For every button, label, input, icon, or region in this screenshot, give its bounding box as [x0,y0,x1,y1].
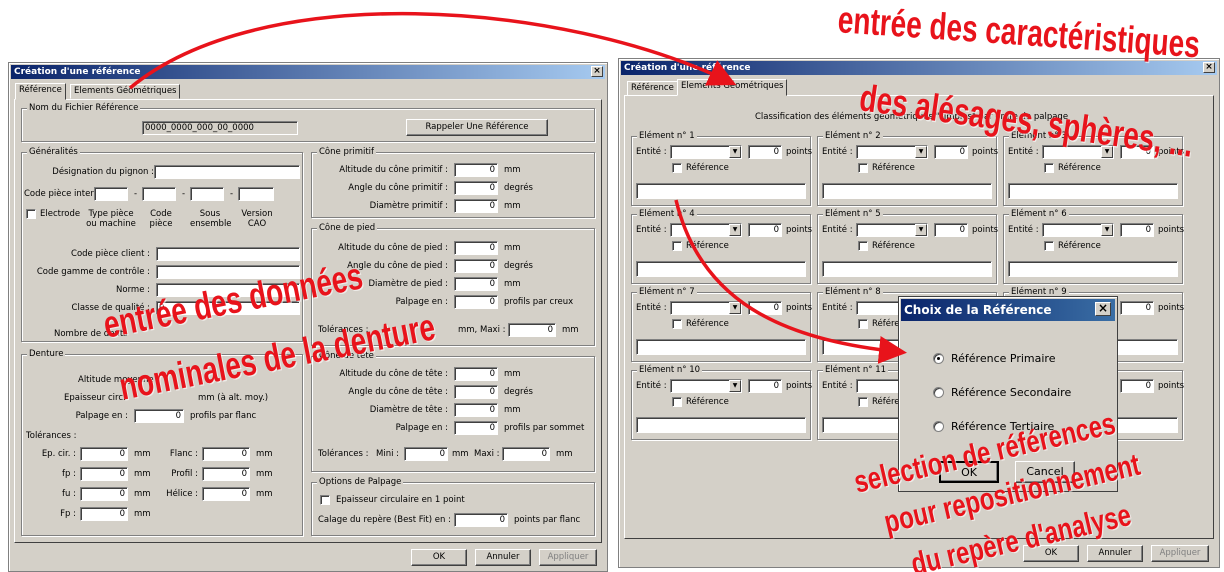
arrow-tab-to-tab [128,12,737,90]
arrow-element-to-dialog [674,199,907,364]
